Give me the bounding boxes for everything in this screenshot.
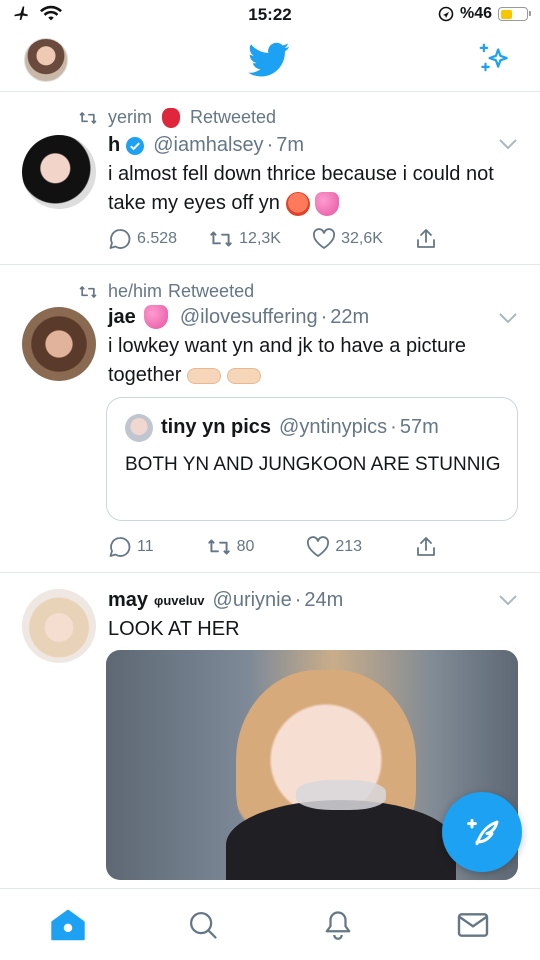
status-bar: 15:22 %46 [0,0,540,32]
share-button[interactable] [414,227,438,251]
tweet-text-content: i lowkey want yn and jk to have a pictur… [108,335,466,386]
retweet-count: 12,3K [239,230,281,247]
quote-text: BOTH YN AND JUNGKOON ARE STUNNIG [125,454,501,475]
handle[interactable]: @iamhalsey [153,134,263,157]
twitter-bird-icon [248,42,290,77]
like-count: 213 [335,538,363,555]
separator-dot: · [320,305,328,328]
retweeted-by[interactable]: he/him [108,281,162,302]
display-name[interactable]: may [108,589,148,612]
timestamp: 22m [330,305,370,328]
heart-icon [307,536,330,557]
reply-button[interactable]: 11 [108,535,154,559]
messages-icon [457,913,489,937]
search-icon [190,912,217,939]
quote-display-name: tiny yn pics [161,416,272,438]
pointing-right-emoji [186,367,221,384]
tweet-header: h @iamhalsey · 7m [108,134,304,157]
avatar[interactable] [22,307,96,381]
compose-tweet-icon [467,818,499,846]
profile-avatar[interactable] [24,38,68,82]
handle[interactable]: @ilovesuffering [180,306,318,329]
avatar[interactable] [22,589,96,663]
retweeted-by[interactable]: yerim [108,107,152,128]
chevron-down-icon[interactable] [498,311,518,325]
bottom-tab-bar [0,888,540,960]
retweet-context: he/him Retweeted [78,281,254,302]
like-button[interactable]: 32,6K [312,228,383,250]
retweet-button[interactable]: 80 [206,536,255,558]
tweet-actions: 11 80 213 [108,535,438,559]
tweet-text: LOOK AT HER [108,618,240,640]
timestamp: 24m [304,589,344,611]
timestamp: 7m [276,134,305,156]
retweet-count: 80 [236,538,255,555]
separator-dot: · [266,134,274,156]
quote-timestamp: 57m [399,416,439,438]
retweet-label: Retweeted [190,107,277,127]
tab-messages[interactable] [453,907,493,943]
reply-count: 6.528 [137,230,178,247]
avatar[interactable] [22,135,96,209]
tab-home[interactable] [48,907,88,943]
share-icon [417,537,435,556]
heart-icon [313,228,336,249]
strawberry-emoji [162,107,180,128]
tweet-text: i almost fell down thrice because i coul… [108,160,518,218]
separator-dot: · [390,416,397,438]
tab-notifications[interactable] [318,907,358,943]
location-icon [438,6,454,22]
battery-fill [500,9,512,19]
quoted-tweet[interactable]: tiny yn pics @yntinypics · 57m BOTH YN A… [106,397,518,521]
tweet[interactable]: yerim Retweeted h @iamhalsey · 7m i almo… [0,93,540,265]
hot-face-emoji [285,191,310,216]
photo-necklace [296,780,386,810]
reply-icon [109,537,131,557]
share-icon [417,229,435,248]
reply-icon [109,229,131,249]
pointing-left-emoji [226,367,261,384]
top-nav-bar [0,32,540,92]
retweet-icon [207,539,230,555]
verified-badge-icon [125,136,145,156]
tweet-actions: 6.528 12,3K 32,6K [108,227,438,251]
reply-button[interactable]: 6.528 [108,227,177,251]
display-name[interactable]: h [108,134,120,157]
like-button[interactable]: 213 [306,536,362,558]
tweet[interactable]: he/him Retweeted jae @ilovesuffering · 2… [0,265,540,573]
separator-dot: · [294,589,302,611]
tweet-text: i lowkey want yn and jk to have a pictur… [108,332,518,390]
retweet-context: yerim Retweeted [78,107,276,128]
quote-header: tiny yn pics @yntinypics · 57m [161,416,439,439]
status-right: %46 [438,5,531,23]
home-icon [51,909,85,941]
notifications-icon [325,911,351,940]
chevron-down-icon[interactable] [498,137,518,151]
display-name[interactable]: jae [108,306,136,329]
tweet-header: jae @ilovesuffering · 22m [108,305,369,329]
compose-tweet-button[interactable] [442,792,522,872]
sparkling-heart-emoji [143,305,168,329]
share-button[interactable] [414,535,438,559]
like-count: 32,6K [341,230,383,247]
retweet-icon [210,231,232,247]
battery-icon [498,7,531,21]
quote-handle: @yntinypics [279,416,388,438]
retweet-label: Retweeted [168,281,255,301]
sparkle-icon[interactable] [476,40,514,78]
retweet-button[interactable]: 12,3K [208,228,281,250]
reply-count: 11 [137,538,154,555]
retweet-icon [79,285,97,298]
name-tag: φuveluv [154,593,205,608]
photo-detail [226,800,456,880]
sparkling-heart-emoji [315,191,340,216]
tab-search[interactable] [183,907,223,943]
quote-avatar [125,414,153,442]
chevron-down-icon[interactable] [498,593,518,607]
handle[interactable]: @uriynie [213,589,292,612]
retweet-icon [79,111,97,124]
tweet-header: may φuveluv @uriynie · 24m [108,589,343,612]
battery-percent: %46 [459,5,492,22]
